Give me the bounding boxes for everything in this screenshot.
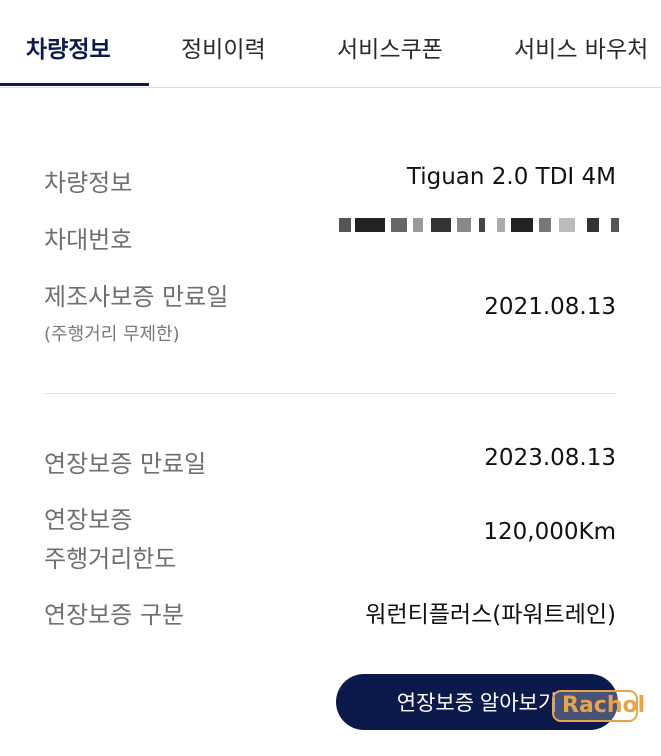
extended-warranty-expiry-value: 2023.08.13	[484, 445, 616, 471]
extended-warranty-expiry-label: 연장보증 만료일	[44, 450, 207, 478]
tab-service-voucher[interactable]: 서비스 바우처	[514, 30, 648, 64]
rachol-watermark: Rachol	[552, 688, 646, 724]
manufacturer-warranty-label: 제조사보증 만료일	[44, 283, 229, 311]
model-value: Tiguan 2.0 TDI 4M	[406, 164, 616, 190]
vin-value-redacted	[339, 214, 621, 236]
extended-warranty-type-value: 워런티플러스(파워트레인)	[365, 602, 616, 628]
tab-service-coupon[interactable]: 서비스쿠폰	[337, 30, 443, 64]
extended-warranty-type-label: 연장보증 구분	[44, 601, 185, 629]
tab-bar: 차량정보 정비이력 서비스쿠폰 서비스 바우처	[0, 0, 661, 88]
model-label: 차량정보	[44, 169, 133, 197]
mileage-limit-label-line1: 연장보증	[44, 506, 133, 534]
manufacturer-warranty-sublabel: (주행거리 무제한)	[44, 324, 180, 345]
vin-label: 차대번호	[44, 226, 133, 254]
mileage-limit-value: 120,000Km	[483, 519, 616, 545]
active-tab-indicator	[0, 83, 149, 86]
section-divider	[44, 393, 617, 394]
tab-vehicle-info[interactable]: 차량정보	[26, 30, 111, 64]
mileage-limit-label-line2: 주행거리한도	[44, 545, 177, 573]
manufacturer-warranty-value: 2021.08.13	[484, 294, 616, 320]
tab-maintenance-history[interactable]: 정비이력	[181, 30, 266, 64]
watermark-text: Rachol	[562, 693, 646, 718]
